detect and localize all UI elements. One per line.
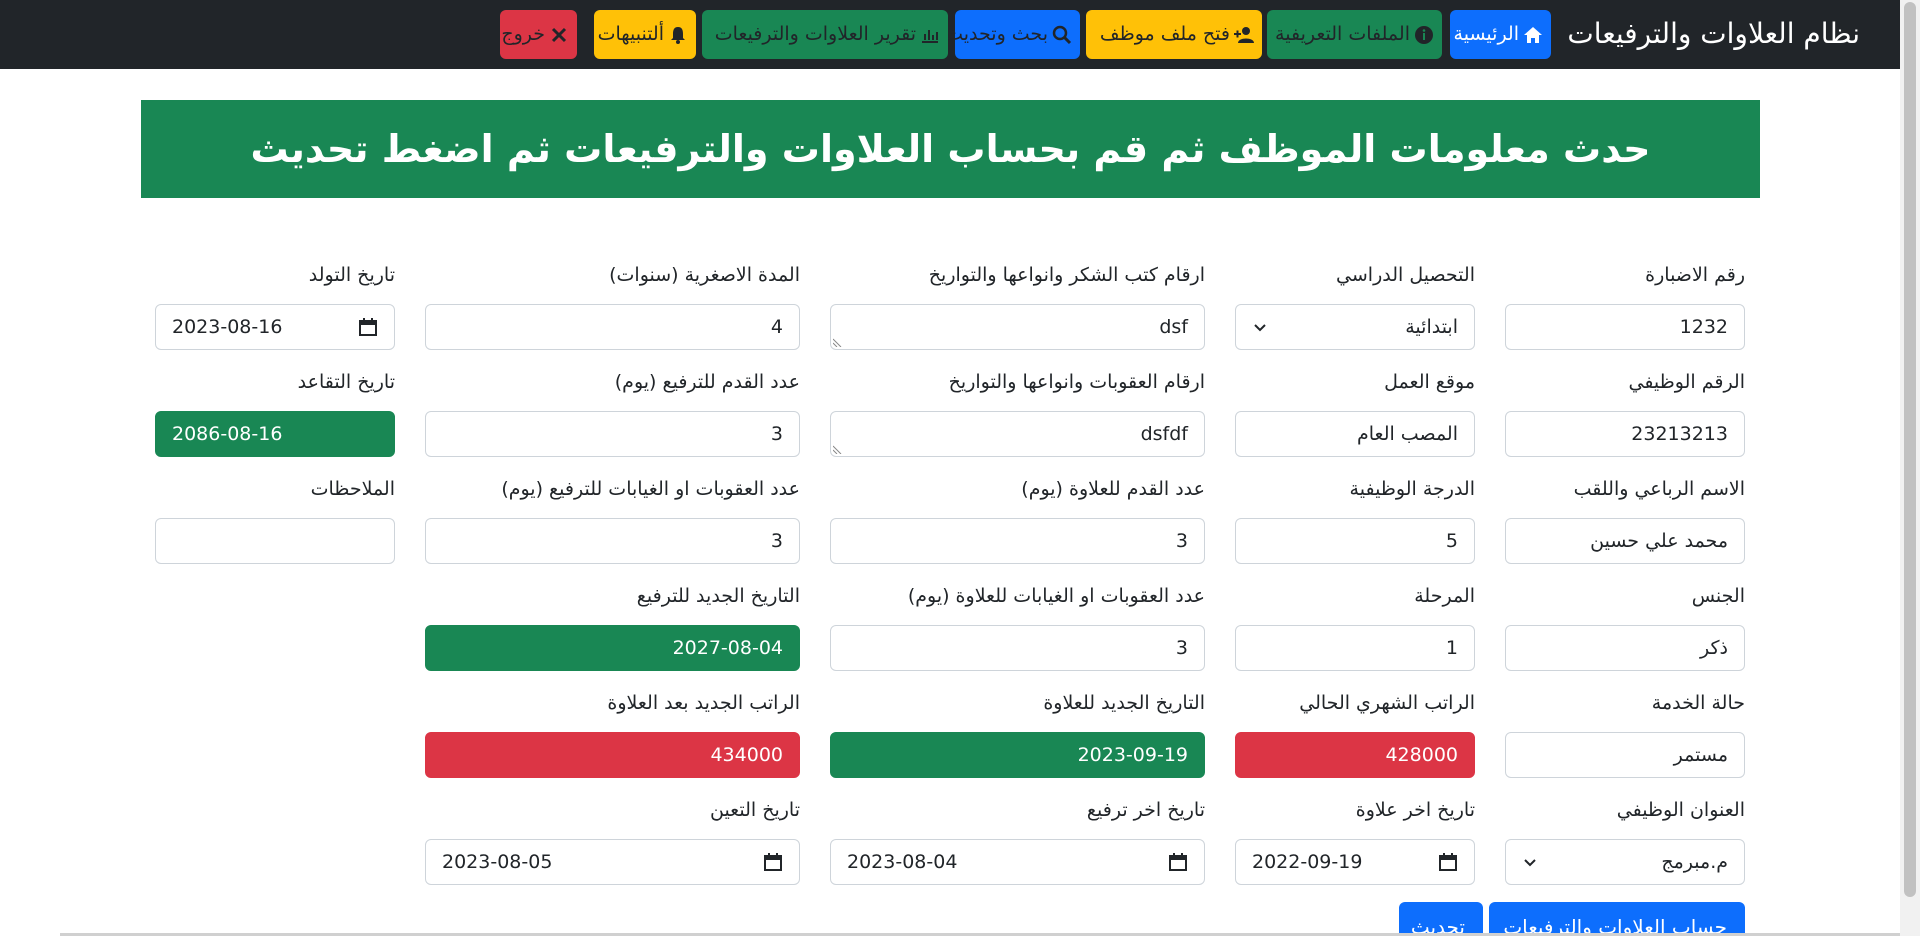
field-last-bonus: تاريخ اخر علاوة 2022-09-19 (1235, 795, 1475, 885)
salary-output: 428000 (1235, 732, 1475, 778)
resize-handle-icon[interactable] (833, 337, 843, 347)
field-stage: المرحلة 1 (1235, 581, 1475, 671)
retire-date-output: 2086-08-16 (155, 411, 395, 457)
update-button[interactable]: تحديث (1399, 902, 1483, 936)
scrollbar-thumb[interactable] (1904, 2, 1916, 897)
resize-handle-icon[interactable] (833, 444, 843, 454)
last-bonus-date-input[interactable]: 2022-09-19 (1235, 839, 1475, 885)
calendar-icon[interactable] (1168, 852, 1188, 872)
hire-date-input[interactable]: 2023-08-05 (425, 839, 800, 885)
birth-date-input[interactable]: 2023-08-16 (155, 304, 395, 350)
gender-input[interactable]: ذكر (1505, 625, 1745, 671)
field-workplace: موقع العمل المصب العام (1235, 367, 1475, 457)
field-hire-date: تاريخ التعين 2023-08-05 (425, 795, 800, 885)
navbar: نظام العلاوات والترفيعات الرئيسية الملفا… (0, 0, 1900, 69)
thanks-textarea[interactable]: dsf (830, 304, 1205, 350)
field-seniority-promo: عدد القدم للترفيع (يوم) 3 (425, 367, 800, 457)
nav-logout-button[interactable]: خروج (500, 10, 577, 59)
full-name-input[interactable]: محمد علي حسين (1505, 518, 1745, 564)
seniority-bonus-input[interactable]: 3 (830, 518, 1205, 564)
grade-input[interactable]: 5 (1235, 518, 1475, 564)
home-icon (1524, 26, 1542, 43)
absence-bonus-input[interactable]: 3 (830, 625, 1205, 671)
nav-search-button[interactable]: بحث وتحديث (945, 10, 1080, 59)
notes-input[interactable] (155, 518, 395, 564)
service-input[interactable]: مستمر (1505, 732, 1745, 778)
field-thanks: ارقام كتب الشكر وانواعها والتواريخ dsf (830, 260, 1205, 350)
calendar-icon[interactable] (1438, 852, 1458, 872)
workplace-input[interactable]: المصب العام (1235, 411, 1475, 457)
field-notes: الملاحظات (155, 474, 395, 564)
app-title: نظام العلاوات والترفيعات (1567, 17, 1860, 50)
field-grade: الدرجة الوظيفية 5 (1235, 474, 1475, 564)
field-seniority-bonus: عدد القدم للعلاوة (يوم) 3 (830, 474, 1205, 564)
info-icon (1415, 25, 1433, 44)
calendar-icon[interactable] (763, 852, 783, 872)
vertical-scrollbar[interactable] (1900, 0, 1920, 936)
last-promo-date-input[interactable]: 2023-08-04 (830, 839, 1205, 885)
chevron-down-icon (1524, 859, 1536, 867)
field-new-bonus-date: التاريخ الجديد للعلاوة 2023-09-19 (830, 688, 1205, 778)
field-file-no: رقم الاضبارة 1232 (1505, 260, 1745, 350)
field-gender: الجنس ذكر (1505, 581, 1745, 671)
nav-home-button[interactable]: الرئيسية (1450, 10, 1551, 59)
page-banner: حدث معلومات الموظف ثم قم بحساب العلاوات … (141, 100, 1760, 198)
job-title-select[interactable]: م.مبرمج (1505, 839, 1745, 885)
education-select[interactable]: ابتدائية (1235, 304, 1475, 350)
field-absence-bonus: عدد العقوبات او الغيابات للعلاوة (يوم) 3 (830, 581, 1205, 671)
field-last-promo: تاريخ اخر ترفيع 2023-08-04 (830, 795, 1205, 885)
field-job-title: العنوان الوظيفي م.مبرمج (1505, 795, 1745, 885)
chevron-down-icon (1254, 324, 1266, 332)
field-birth: تاريخ التولد 2023-08-16 (155, 260, 395, 350)
bell-icon (671, 26, 685, 44)
field-new-promo-date: التاريخ الجديد للترفيع 2027-08-04 (425, 581, 800, 671)
nav-open-file-button[interactable]: فتح ملف موظف (1086, 10, 1262, 59)
new-promo-date-output: 2027-08-04 (425, 625, 800, 671)
field-job-no: الرقم الوظيفي 23213213 (1505, 367, 1745, 457)
user-plus-icon (1234, 26, 1254, 43)
nav-alerts-button[interactable]: ألتنبيهات (594, 10, 696, 59)
seniority-promo-input[interactable]: 3 (425, 411, 800, 457)
min-period-input[interactable]: 4 (425, 304, 800, 350)
absence-promo-input[interactable]: 3 (425, 518, 800, 564)
new-salary-output: 434000 (425, 732, 800, 778)
new-bonus-date-output: 2023-09-19 (830, 732, 1205, 778)
field-full-name: الاسم الرباعي واللقب محمد علي حسين (1505, 474, 1745, 564)
field-service: حالة الخدمة مستمر (1505, 688, 1745, 778)
chart-icon (922, 29, 938, 43)
penalties-textarea[interactable]: dsfdf (830, 411, 1205, 457)
field-min-period: المدة الاصغرية (سنوات) 4 (425, 260, 800, 350)
job-no-input[interactable]: 23213213 (1505, 411, 1745, 457)
search-icon (1052, 25, 1072, 44)
field-education: التحصيل الدراسي ابتدائية (1235, 260, 1475, 350)
nav-profiles-button[interactable]: الملفات التعريفية (1267, 10, 1442, 59)
field-retire: تاريخ التقاعد 2086-08-16 (155, 367, 395, 457)
field-penalties: ارقام العقوبات وانواعها والتواريخ dsfdf (830, 367, 1205, 457)
calendar-icon[interactable] (358, 317, 378, 337)
field-absence-promo: عدد العقوبات او الغيابات للترفيع (يوم) 3 (425, 474, 800, 564)
close-icon (551, 27, 567, 42)
calculate-button[interactable]: حساب العلاوات والترفيعات (1489, 902, 1745, 936)
nav-report-button[interactable]: تقرير العلاوات والترفيعات (702, 10, 948, 59)
field-salary: الراتب الشهري الحالي 428000 (1235, 688, 1475, 778)
stage-input[interactable]: 1 (1235, 625, 1475, 671)
field-new-salary: الراتب الجديد بعد العلاوة 434000 (425, 688, 800, 778)
file-no-input[interactable]: 1232 (1505, 304, 1745, 350)
